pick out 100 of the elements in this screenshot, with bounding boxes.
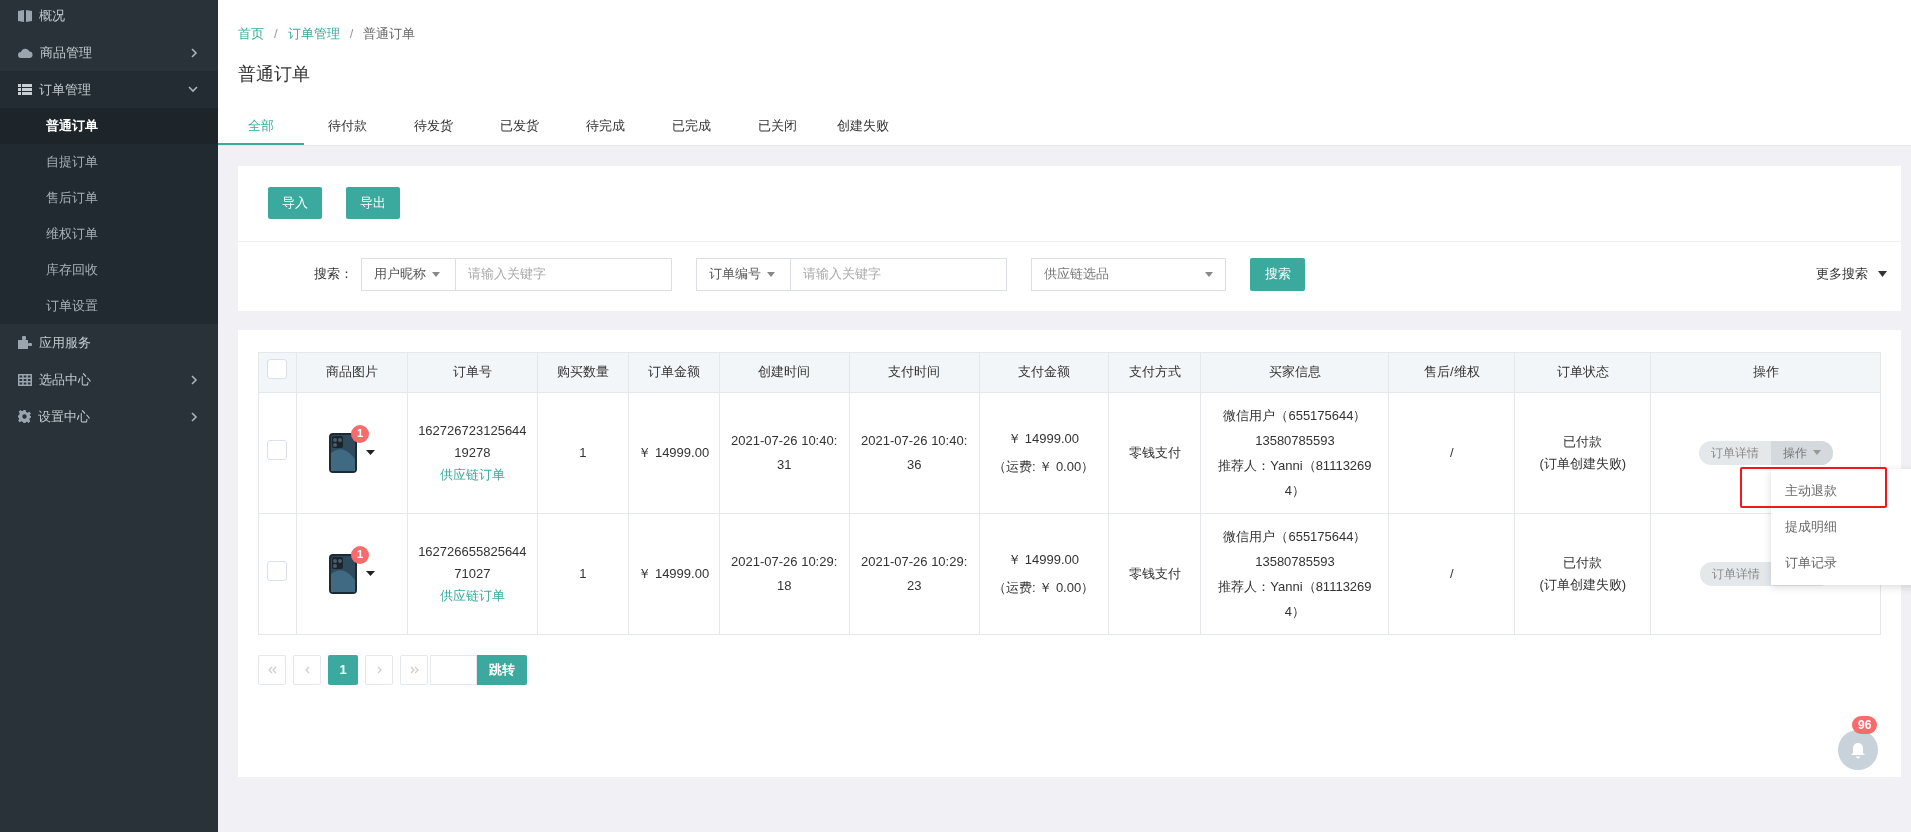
table-cell-text: ￥ 14999.00 (1007, 550, 1081, 569)
caret-down-icon (432, 271, 440, 277)
column-header: 售后/维权 (1424, 364, 1480, 380)
table-cell-text: 已付款 (1562, 432, 1604, 451)
bell-icon (1850, 741, 1866, 759)
table-cell-text: ￥ 14999.00 (1007, 429, 1081, 448)
sidebar-item[interactable]: 商品管理 (0, 34, 218, 71)
dropdown-item[interactable]: 提成明细 (1771, 509, 1911, 545)
column-header: 订单号 (452, 364, 492, 380)
order-number: 16272672312564419278 (417, 421, 528, 462)
tab[interactable]: 创建失败 (820, 108, 906, 145)
caret-down-icon (366, 450, 376, 455)
tab[interactable]: 已关闭 (734, 108, 820, 145)
submenu-item[interactable]: 维权订单 (0, 216, 218, 252)
table-cell-text: 零钱支付 (1127, 443, 1182, 462)
table-cell-text: 微信用户（655175644） (1222, 527, 1368, 546)
grid-icon (18, 373, 32, 386)
table-cell-text: 13580785593 (1254, 431, 1336, 450)
table-cell-text: 1 (578, 564, 588, 583)
chevron-right-icon (376, 665, 382, 674)
table-cell-text: ￥ 14999.00 (637, 564, 711, 583)
column-header: 支付时间 (888, 364, 941, 380)
table-cell-text: ￥ 14999.00 (637, 443, 711, 462)
table-cell-text: (订单创建失败) (1538, 454, 1628, 473)
submenu-item[interactable]: 订单设置 (0, 288, 218, 324)
search-label: 搜索： (314, 265, 353, 284)
table-cell-text: 1 (578, 443, 588, 462)
breadcrumb-current: 普通订单 (363, 25, 416, 43)
filter-select[interactable]: 用户昵称 (361, 257, 456, 291)
checkbox[interactable] (267, 439, 288, 460)
tab[interactable]: 待发货 (390, 108, 476, 145)
table-cell-text: （运费: ￥ 0.00） (992, 457, 1096, 476)
breadcrumb-separator: / (349, 25, 354, 43)
column-header: 订单金额 (647, 364, 700, 380)
chevron-left-icon (304, 665, 310, 674)
order-tag: 供应链订单 (407, 584, 537, 607)
puzzle-icon (18, 336, 32, 349)
column-header: 订单状态 (1556, 364, 1609, 380)
submenu-item[interactable]: 自提订单 (0, 144, 218, 180)
table-cell-text: （运费: ￥ 0.00） (992, 578, 1096, 597)
table-cell-text: 2021-07-26 10:29:18 (730, 552, 839, 595)
filter-select[interactable]: 订单编号 (696, 257, 791, 291)
table-cell-text: 推荐人：Yanni（811132694） (1217, 577, 1373, 621)
dropdown-item[interactable]: 主动退款 (1771, 473, 1911, 509)
column-header: 购买数量 (556, 364, 609, 380)
caret-down-icon (767, 271, 775, 277)
submenu-item[interactable]: 售后订单 (0, 180, 218, 216)
caret-down-icon (1878, 271, 1887, 277)
order-tag: 供应链订单 (407, 463, 537, 486)
count-badge: 1 (350, 545, 369, 564)
chevron-right-icon (191, 374, 198, 385)
next-page-button[interactable] (365, 654, 393, 685)
table-cell-text: 推荐人：Yanni（811132694） (1217, 456, 1373, 500)
table-cell-text: 零钱支付 (1127, 564, 1182, 583)
caret-down-icon (366, 571, 376, 576)
caret-down-icon (1205, 271, 1213, 277)
sidebar-item[interactable]: 设置中心 (0, 398, 218, 435)
count-badge: 1 (350, 424, 369, 443)
search-field[interactable]: 请输入关键字 (791, 257, 1007, 291)
submenu-item[interactable]: 普通订单 (0, 108, 218, 144)
column-header: 支付方式 (1128, 364, 1181, 380)
double-chevron-left-icon (267, 665, 277, 674)
sidebar-item[interactable]: 订单管理 (0, 71, 218, 108)
dropdown-item[interactable]: 订单记录 (1771, 545, 1911, 581)
search-field[interactable]: 请输入关键字 (456, 257, 672, 291)
list-icon (18, 84, 32, 95)
tab[interactable]: 待完成 (562, 108, 648, 145)
sidebar-item[interactable]: 概况 (0, 0, 218, 34)
supply-select[interactable]: 供应链选品 (1031, 257, 1226, 291)
table-cell-text: 2021-07-26 10:29:23 (860, 552, 969, 595)
table-cell-text: 已付款 (1562, 553, 1604, 572)
submenu-item[interactable]: 库存回收 (0, 252, 218, 288)
page-number-field[interactable] (430, 654, 477, 685)
tab[interactable]: 已完成 (648, 108, 734, 145)
column-header: 创建时间 (758, 364, 811, 380)
previous-page-button[interactable] (293, 654, 321, 685)
sidebar-item[interactable]: 应用服务 (0, 324, 218, 361)
last-page-button[interactable] (400, 654, 428, 685)
tab[interactable]: 待付款 (304, 108, 390, 145)
tab[interactable]: 已发货 (476, 108, 562, 145)
table-cell-text: / (1449, 564, 1455, 583)
column-header: 商品图片 (325, 364, 378, 380)
order-number: 16272665582564471027 (417, 542, 528, 583)
double-chevron-right-icon (409, 665, 419, 674)
table-cell-text: 2021-07-26 10:40:31 (730, 431, 839, 474)
cloud-icon (18, 47, 33, 58)
checkbox[interactable] (267, 359, 288, 380)
table-cell-text: 13580785593 (1254, 552, 1336, 571)
first-page-button[interactable] (258, 654, 286, 685)
more-search-toggle[interactable]: 更多搜索 (1816, 264, 1887, 284)
caret-down-icon (1812, 450, 1821, 455)
chevron-right-icon (191, 47, 198, 58)
chevron-right-icon (191, 411, 198, 422)
sidebar-item[interactable]: 选品中心 (0, 361, 218, 398)
chevron-down-icon (188, 86, 198, 93)
checkbox[interactable] (267, 560, 288, 581)
page-title: 普通订单 (238, 62, 311, 86)
breadcrumb-separator: / (274, 25, 278, 43)
column-header: 支付金额 (1017, 364, 1070, 380)
book-icon (18, 9, 32, 22)
